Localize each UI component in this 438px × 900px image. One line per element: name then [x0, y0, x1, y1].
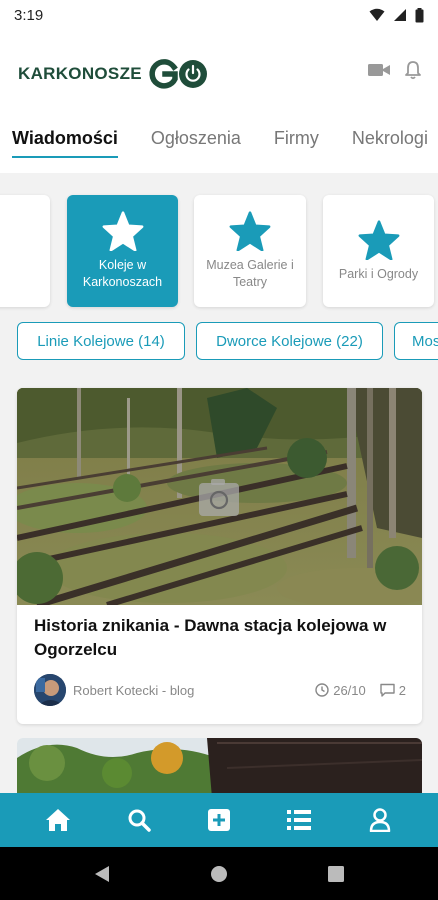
nav-profile-button[interactable] [356, 796, 404, 844]
filter-dworce-kolejowe[interactable]: Dworce Kolejowe (22) [196, 322, 383, 360]
category-label: Muzea Galerie i Teatry [206, 258, 294, 289]
home-icon [46, 809, 71, 831]
app-logo[interactable]: KARKONOSZE [18, 58, 208, 90]
bottom-navigation [0, 793, 438, 847]
article-card-next[interactable] [17, 738, 422, 798]
article-image-next [17, 738, 422, 798]
filter-pills: Linie Kolejowe (14) Dworce Kolejowe (22)… [0, 322, 438, 360]
add-icon [207, 809, 230, 831]
clock-icon [315, 683, 329, 697]
tab-wiadomosci[interactable]: Wiadomości [12, 118, 118, 173]
article-comments[interactable]: 2 [380, 683, 406, 698]
category-label: Koleje w Karkonoszach [82, 258, 163, 289]
logo-text: KARKONOSZE [18, 64, 142, 83]
system-navigation-bar [0, 847, 438, 900]
article-comments-count: 2 [398, 682, 406, 698]
list-icon [287, 810, 312, 830]
category-card-palace[interactable]: Pałace,oły [0, 195, 50, 307]
header-actions [368, 60, 422, 80]
article-meta: Robert Kotecki - blog 26/10 2 [34, 673, 406, 707]
app-screen: 3:19 KARKONOSZE Wiadomości Ogłoszenia Fi… [0, 0, 438, 900]
article-date-value: 26/10 [333, 682, 366, 698]
nav-search-button[interactable] [115, 796, 163, 844]
content-tabs: Wiadomości Ogłoszenia Firmy Nekrologi [0, 118, 438, 173]
nav-list-button[interactable] [275, 796, 323, 844]
status-time: 3:19 [14, 6, 44, 24]
article-card[interactable]: Historia znikania - Dawna stacja kolejow… [17, 388, 422, 724]
back-icon[interactable] [94, 865, 110, 883]
author-avatar[interactable] [34, 674, 66, 706]
home-circle-icon[interactable] [210, 865, 228, 883]
article-date: 26/10 [315, 683, 366, 698]
article-photo [17, 388, 422, 605]
star-icon [229, 211, 271, 251]
logo-go-mark [148, 58, 208, 90]
bell-icon[interactable] [404, 60, 422, 80]
category-card-koleje[interactable]: Koleje w Karkonoszach [67, 195, 178, 307]
battery-icon [415, 7, 424, 22]
article-title[interactable]: Historia znikania - Dawna stacja kolejow… [34, 614, 409, 662]
logo-go-icon [149, 59, 207, 89]
nav-add-button[interactable] [195, 796, 243, 844]
category-label: Parki i Ogrody [338, 266, 419, 281]
app-header: KARKONOSZE [0, 30, 438, 118]
category-card-muzea[interactable]: Muzea Galerie i Teatry [194, 195, 306, 307]
tab-ogloszenia[interactable]: Ogłoszenia [151, 118, 241, 173]
status-icons [369, 7, 424, 23]
article-image[interactable] [17, 388, 422, 605]
comment-icon [380, 683, 395, 697]
star-icon [358, 219, 399, 260]
video-camera-icon[interactable] [368, 62, 390, 78]
tab-nekrologi[interactable]: Nekrologi [352, 118, 428, 173]
article-author[interactable]: Robert Kotecki - blog [73, 683, 301, 698]
search-icon [128, 809, 151, 832]
status-bar: 3:19 [0, 0, 438, 30]
wifi-icon [369, 8, 385, 21]
recents-icon[interactable] [328, 865, 344, 882]
filter-mosty[interactable]: Mos [394, 322, 438, 360]
nav-home-button[interactable] [34, 796, 82, 844]
star-icon [102, 211, 143, 251]
category-card-parki[interactable]: Parki i Ogrody [323, 195, 434, 307]
signal-icon [394, 9, 406, 21]
user-icon [369, 808, 390, 832]
category-carousel: Pałace,oły Koleje w Karkonoszach Muzea G… [0, 195, 438, 307]
tab-firmy[interactable]: Firmy [274, 118, 319, 173]
filter-linie-kolejowe[interactable]: Linie Kolejowe (14) [17, 322, 185, 360]
